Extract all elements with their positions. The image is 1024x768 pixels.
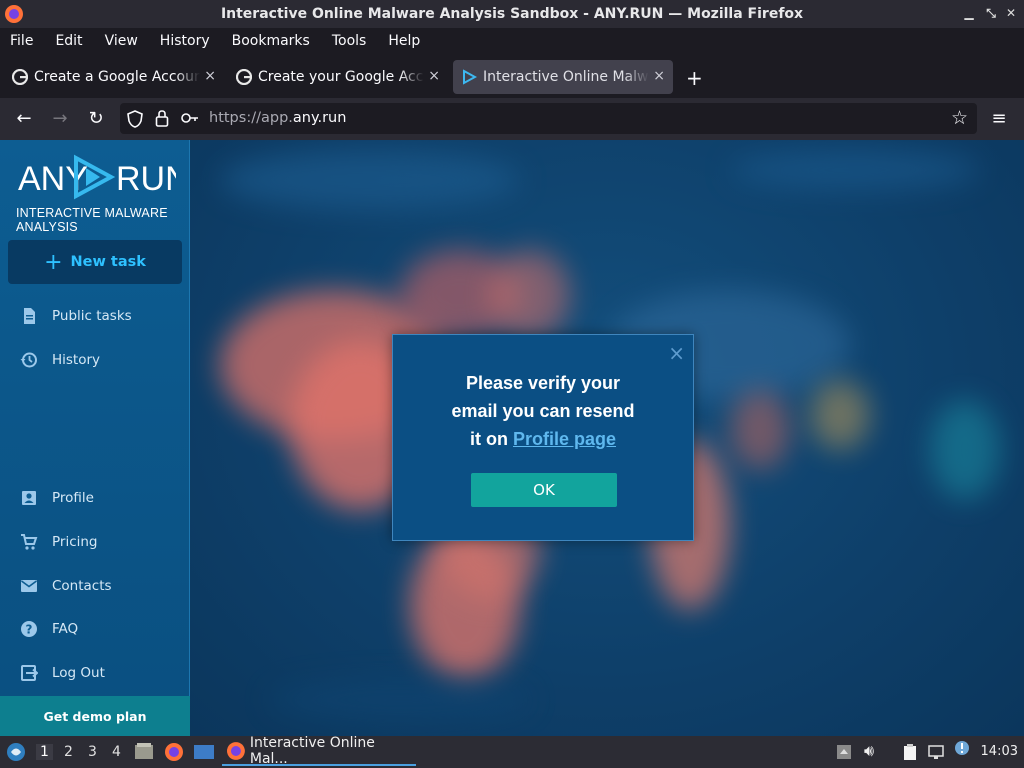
verify-email-dialog: × Please verify your email you can resen… (392, 334, 694, 541)
url-text[interactable]: https://app.any.run (209, 110, 346, 126)
sidebar-item-faq[interactable]: ? FAQ (20, 617, 78, 641)
notification-icon[interactable] (954, 740, 970, 756)
profile-icon (22, 491, 36, 505)
window-title: Interactive Online Malware Analysis Sand… (220, 6, 804, 22)
workspace-2[interactable]: 2 (64, 744, 73, 760)
network-icon[interactable] (928, 744, 944, 760)
forward-icon[interactable]: → (49, 108, 71, 130)
menu-tools[interactable]: Tools (332, 33, 367, 49)
back-icon[interactable]: ← (13, 108, 35, 130)
sidebar-item-logout[interactable]: Log Out (20, 661, 105, 685)
sidebar-item-label: FAQ (52, 621, 79, 637)
tab-close-icon[interactable]: × (204, 68, 216, 84)
tab-close-icon[interactable]: × (428, 68, 440, 84)
menu-bookmarks[interactable]: Bookmarks (232, 33, 310, 49)
navigation-bar: ← → ↻ https://app.any.run ☆ ≡ (0, 98, 1024, 140)
sidebar-item-label: Contacts (52, 578, 112, 594)
sidebar-item-profile[interactable]: Profile (20, 486, 94, 510)
tab-close-icon[interactable]: × (653, 68, 665, 84)
tab-label: Interactive Online Malware Analysis Sand… (483, 69, 649, 85)
dialog-close-icon[interactable]: × (668, 341, 685, 365)
bookmark-star-icon[interactable]: ☆ (951, 107, 968, 129)
sidebar-item-label: History (52, 352, 101, 368)
key-icon[interactable] (181, 112, 199, 124)
sidebar-item-label: Log Out (52, 665, 105, 681)
desktop-icon[interactable] (193, 743, 215, 761)
mail-icon (21, 580, 37, 592)
page-content: ANY RUN INTERACTIVE MALWARE ANALYSIS + N… (0, 140, 1024, 736)
menu-file[interactable]: File (10, 33, 33, 49)
logo-subtitle: INTERACTIVE MALWARE ANALYSIS (16, 206, 168, 234)
workspace-1[interactable]: 1 (36, 744, 53, 760)
sidebar-item-label: Public tasks (52, 308, 132, 324)
tab-label: Create a Google Account (34, 69, 200, 85)
new-tab-button[interactable]: + (686, 66, 703, 90)
profile-page-link[interactable]: Profile page (513, 429, 616, 449)
firefox-icon (226, 742, 245, 760)
menu-history[interactable]: History (160, 33, 210, 49)
taskbar-app-label: Interactive Online Mal... (249, 735, 375, 767)
tray-updates-icon[interactable] (836, 744, 852, 760)
logo-run: RUN (116, 160, 176, 198)
reload-icon[interactable]: ↻ (85, 108, 107, 130)
anyrun-play-icon (463, 69, 477, 85)
dialog-message: Please verify your email you can resend … (393, 369, 693, 453)
taskbar-app-firefox[interactable]: Interactive Online Mal... (222, 735, 416, 767)
firefox-launcher-icon[interactable] (164, 742, 184, 762)
sidebar-item-label: Profile (52, 490, 94, 506)
history-icon (20, 352, 37, 368)
logout-icon (21, 665, 38, 681)
help-icon: ? (21, 621, 37, 637)
tab-google-account-1[interactable]: Create a Google Account × (4, 60, 224, 94)
plus-icon: + (44, 249, 63, 275)
sidebar-item-pricing[interactable]: Pricing (20, 530, 98, 554)
menu-help[interactable]: Help (388, 33, 420, 49)
cart-icon (21, 534, 38, 550)
new-task-label: New task (70, 254, 146, 270)
dialog-line-3: it on Profile page (469, 429, 617, 449)
firefox-icon (5, 5, 23, 23)
url-bar[interactable]: https://app.any.run ☆ (120, 103, 977, 134)
document-icon (24, 308, 35, 324)
volume-icon[interactable]: 🔊︎ (864, 741, 874, 761)
ok-button[interactable]: OK (471, 473, 617, 507)
get-demo-plan-button[interactable]: Get demo plan (0, 696, 190, 736)
sidebar-item-public-tasks[interactable]: Public tasks (20, 304, 132, 328)
clipboard-icon[interactable] (902, 744, 918, 760)
anyrun-logo: ANY RUN (18, 154, 176, 200)
sidebar-item-contacts[interactable]: Contacts (20, 574, 112, 598)
menu-bar: File Edit View History Bookmarks Tools H… (0, 28, 1024, 54)
lock-icon[interactable] (155, 109, 169, 127)
dialog-line-2: email you can resend (451, 401, 635, 421)
taskbar: 1 2 3 4 Interactive Online Mal... 🔊︎ 14:… (0, 735, 1024, 768)
google-icon (12, 69, 28, 85)
start-menu-icon[interactable] (6, 742, 26, 762)
shield-icon[interactable] (127, 110, 143, 128)
tab-label: Create your Google Account (258, 69, 424, 85)
minimize-icon[interactable]: ▁ (962, 6, 976, 20)
menu-view[interactable]: View (105, 33, 138, 49)
tab-strip: Create a Google Account × Create your Go… (0, 56, 1024, 98)
hamburger-menu-icon[interactable]: ≡ (988, 108, 1010, 130)
new-task-button[interactable]: + New task (8, 240, 182, 284)
tab-google-account-2[interactable]: Create your Google Account × (228, 60, 448, 94)
sidebar-item-history[interactable]: History (20, 348, 100, 372)
menu-edit[interactable]: Edit (55, 33, 82, 49)
workspace-4[interactable]: 4 (112, 744, 121, 760)
workspace-3[interactable]: 3 (88, 744, 97, 760)
sidebar-item-label: Pricing (52, 534, 98, 550)
restore-icon[interactable]: ⤡ (984, 6, 998, 20)
tab-anyrun[interactable]: Interactive Online Malware Analysis Sand… (453, 60, 673, 94)
sidebar: ANY RUN INTERACTIVE MALWARE ANALYSIS + N… (0, 140, 190, 736)
dialog-line-1: Please verify your (465, 373, 621, 393)
file-manager-icon[interactable] (134, 742, 154, 762)
window-titlebar: Interactive Online Malware Analysis Sand… (0, 0, 1024, 28)
svg-text:?: ? (26, 623, 33, 637)
close-window-icon[interactable]: ✕ (1004, 6, 1018, 20)
google-icon (236, 69, 252, 85)
clock: 14:03 (980, 744, 1018, 759)
